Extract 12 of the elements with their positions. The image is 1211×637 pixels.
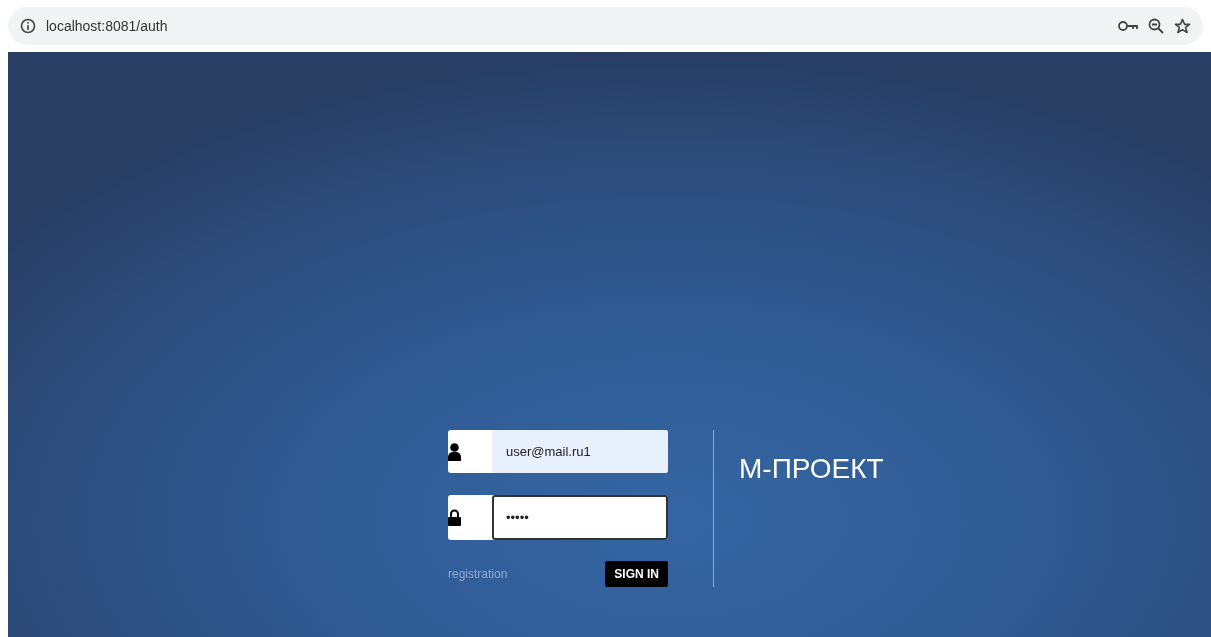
email-field[interactable]: user@mail.ru1 xyxy=(492,430,668,473)
zoom-out-icon[interactable] xyxy=(1148,18,1164,34)
star-icon[interactable] xyxy=(1174,17,1191,35)
sign-in-button[interactable]: SIGN IN xyxy=(605,561,668,587)
lock-icon xyxy=(448,509,461,526)
password-field[interactable]: ••••• xyxy=(492,495,668,540)
info-icon[interactable] xyxy=(20,18,36,34)
url-text: localhost:8081/auth xyxy=(46,18,168,34)
address-bar[interactable]: localhost:8081/auth xyxy=(8,7,1203,45)
user-icon xyxy=(448,442,461,461)
key-icon[interactable] xyxy=(1118,20,1138,32)
brand-title: М-ПРОЕКТ xyxy=(739,452,884,486)
